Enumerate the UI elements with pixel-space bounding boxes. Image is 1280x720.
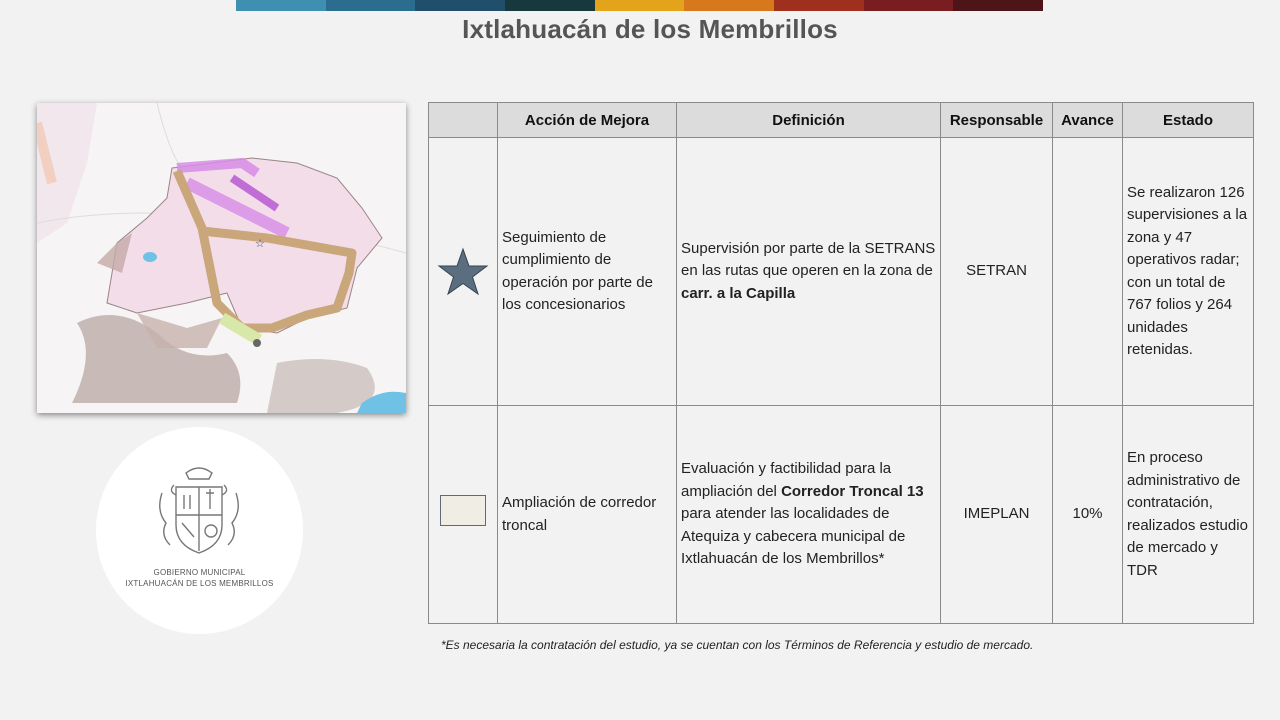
seal-line-1: GOBIERNO MUNICIPAL <box>153 568 246 577</box>
accion-cell: Ampliación de corredor troncal <box>497 405 677 624</box>
table-header-row: Acción de Mejora Definición Responsable … <box>428 102 1254 138</box>
page-title: Ixtlahuacán de los Membrillos <box>462 14 838 44</box>
header-icon-col <box>428 102 498 138</box>
footnote: *Es necesaria la contratación del estudi… <box>441 638 1034 652</box>
band-segment <box>236 0 326 11</box>
header-responsable: Responsable <box>940 102 1053 138</box>
avance-cell <box>1052 137 1123 406</box>
band-segment <box>863 0 954 11</box>
municipal-coat-of-arms-icon <box>159 467 239 554</box>
svg-text:☆: ☆ <box>255 237 265 250</box>
header-definicion: Definición <box>676 102 941 138</box>
definicion-bold: carr. a la Capilla <box>681 284 796 302</box>
responsable-cell: SETRAN <box>940 137 1053 406</box>
band-segment <box>684 0 775 11</box>
estado-cell: En proceso administrativo de contratació… <box>1122 405 1254 624</box>
definicion-cell: Evaluación y factibilidad para la amplia… <box>676 405 941 624</box>
map-image: ☆ <box>37 103 406 413</box>
header-estado: Estado <box>1122 102 1254 138</box>
band-segment <box>415 0 506 11</box>
action-table: Acción de Mejora Definición Responsable … <box>428 102 1254 624</box>
municipal-seal: GOBIERNO MUNICIPAL IXTLAHUACÁN DE LOS ME… <box>96 427 303 634</box>
header-accion: Acción de Mejora <box>497 102 677 138</box>
definicion-text: Supervisión por parte de la SETRANS en l… <box>681 239 936 280</box>
accion-cell: Seguimiento de cumplimiento de operación… <box>497 137 677 406</box>
legend-swatch-icon <box>440 495 486 527</box>
estado-cell: Se realizaron 126 supervisiones a la zon… <box>1122 137 1254 406</box>
star-icon <box>437 246 489 295</box>
header-avance: Avance <box>1052 102 1123 138</box>
header-color-band <box>236 0 1044 11</box>
band-segment <box>774 0 864 11</box>
avance-cell: 10% <box>1052 405 1123 624</box>
band-segment <box>594 0 685 11</box>
band-segment <box>953 0 1044 11</box>
row-icon-cell <box>428 137 498 406</box>
band-segment <box>325 0 416 11</box>
definicion-text: para atender las localidades de Atequiza… <box>681 505 906 568</box>
table-row: Seguimiento de cumplimiento de operación… <box>428 137 1254 406</box>
definicion-cell: Supervisión por parte de la SETRANS en l… <box>676 137 941 406</box>
band-segment <box>505 0 595 11</box>
water-body <box>143 252 157 262</box>
responsable-cell: IMEPLAN <box>940 405 1053 624</box>
row-icon-cell <box>428 405 498 624</box>
definicion-bold: Corredor Troncal 13 <box>781 482 924 500</box>
seal-line-2: IXTLAHUACÁN DE LOS MEMBRILLOS <box>125 579 274 588</box>
table-row: Ampliación de corredor troncal Evaluació… <box>428 405 1254 624</box>
